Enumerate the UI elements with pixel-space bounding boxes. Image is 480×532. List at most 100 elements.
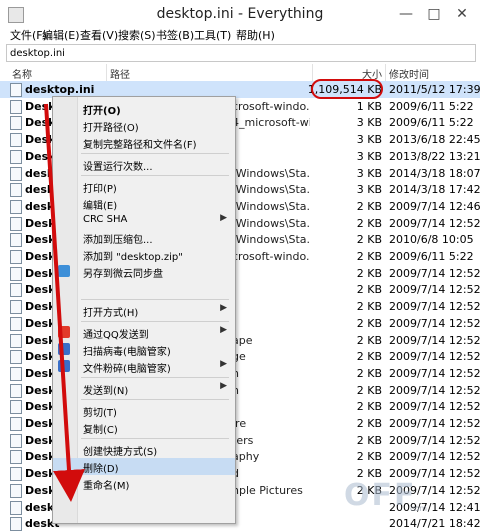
menu-item[interactable]: 查看(V) <box>80 27 118 43</box>
file-icon <box>10 116 22 131</box>
file-size: 2 KB <box>356 316 382 330</box>
context-menu-item[interactable]: 通过QQ发送到 ▶ <box>53 324 235 341</box>
context-menu-label: 剪切(T) <box>83 408 117 419</box>
file-date: 2009/7/14 12:52 <box>389 300 480 314</box>
file-date: 2009/7/14 12:52 <box>389 400 480 414</box>
file-icon <box>10 199 22 214</box>
file-path: 4_microsoft-wi... <box>232 116 310 130</box>
context-menu-label: 设置运行次数... <box>83 162 153 173</box>
file-icon <box>10 400 22 415</box>
file-size: 2 KB <box>356 383 382 397</box>
submenu-arrow-icon: ▶ <box>220 381 227 391</box>
file-path: \Windows\Sta... <box>232 183 310 197</box>
search-input[interactable] <box>7 45 473 61</box>
context-menu-item[interactable]: 打开(O) <box>53 100 235 117</box>
file-date: 2009/7/14 12:52 <box>389 350 480 364</box>
file-path: crosoft-windo... <box>232 250 310 263</box>
file-icon <box>10 216 22 231</box>
file-date: 2009/6/11 5:22 <box>389 99 474 113</box>
context-menu-item[interactable]: 文件粉碎(电脑管家) ▶ <box>53 358 235 375</box>
column-divider[interactable] <box>385 64 386 81</box>
context-menu-item[interactable]: 打印(P) <box>53 178 235 195</box>
file-path: ire <box>232 417 247 430</box>
column-path-header[interactable]: 路径 <box>110 66 130 81</box>
file-icon <box>10 233 22 248</box>
context-menu-item[interactable]: 打开方式(H) ▶ <box>53 302 235 319</box>
file-size: 2 KB <box>356 233 382 247</box>
menu-item[interactable]: 帮助(H) <box>236 27 275 43</box>
menu-item[interactable]: 工具(T) <box>194 27 231 43</box>
file-size: 2 KB <box>356 216 382 230</box>
file-icon <box>10 83 22 97</box>
file-date: 2009/7/14 12:46 <box>389 199 480 213</box>
menu-item[interactable]: 编辑(E) <box>42 27 80 43</box>
context-menu-item[interactable]: CRC SHA ▶ <box>53 212 235 229</box>
file-date: 2010/6/8 10:05 <box>389 233 474 247</box>
file-date: 2009/7/14 12:52 <box>389 333 480 347</box>
context-menu-label: 编辑(E) <box>83 201 118 212</box>
menu-item[interactable]: 书签(B) <box>156 27 194 43</box>
file-path: \Windows\Sta... <box>232 216 310 230</box>
context-menu-item[interactable]: 设置运行次数... <box>53 156 235 173</box>
submenu-arrow-icon: ▶ <box>220 325 227 335</box>
minimize-icon[interactable]: — <box>392 4 420 24</box>
context-menu-label: 打开方式(H) <box>83 308 139 319</box>
context-menu-item[interactable]: 重命名(M) <box>53 475 235 492</box>
context-menu-item[interactable]: 扫描病毒(电脑管家) <box>53 341 235 358</box>
context-menu-item[interactable]: 添加到 "desktop.zip" <box>53 246 235 263</box>
file-icon <box>10 500 22 515</box>
file-icon <box>10 467 22 482</box>
column-date-header[interactable]: 修改时间 <box>389 66 429 81</box>
column-divider[interactable] <box>312 64 313 81</box>
file-icon <box>10 183 22 198</box>
context-menu-item[interactable]: 复制(C) <box>53 419 235 436</box>
file-icon <box>10 133 22 148</box>
context-menu-label: 删除(D) <box>83 464 119 475</box>
file-size: 1 KB <box>356 99 382 113</box>
file-size: 2 KB <box>356 433 382 447</box>
file-path: \Windows\Sta... <box>232 233 310 247</box>
maximize-icon[interactable]: □ <box>420 4 448 24</box>
context-menu-label: 复制(C) <box>83 425 118 436</box>
file-size: 2 KB <box>356 250 382 263</box>
context-menu-item[interactable]: 编辑(E) <box>53 195 235 212</box>
file-date: 2009/7/14 12:52 <box>389 283 480 297</box>
file-date: 2014/3/18 17:42 <box>389 183 480 197</box>
context-menu-item[interactable]: 发送到(N) ▶ <box>53 380 235 397</box>
file-path: ge <box>232 350 246 364</box>
column-divider[interactable] <box>106 64 107 81</box>
file-size: 2 KB <box>356 350 382 364</box>
file-path: n <box>232 367 310 380</box>
watermark-text: OFF <box>344 478 417 513</box>
file-icon <box>10 417 22 431</box>
context-menu-item[interactable]: 剪切(T) <box>53 402 235 419</box>
file-date: 2009/7/14 12:52 <box>389 266 480 280</box>
file-icon <box>10 99 22 114</box>
file-size: 2 KB <box>356 333 382 347</box>
menu-separator <box>81 399 229 400</box>
context-menu: 打开(O) 打开路径(O) 复制完整路径和文件名(F) 设置运行次数... 打印(P) 编… <box>52 96 236 524</box>
file-path: nple Pictures <box>232 483 303 497</box>
context-menu-item[interactable]: 打开路径(O) <box>53 117 235 134</box>
file-icon <box>10 333 22 348</box>
context-menu-item[interactable]: 复制完整路径和文件名(F) <box>53 134 235 151</box>
file-date: 2009/7/14 12:52 <box>389 366 480 380</box>
file-date: 2014/7/21 18:42 <box>389 517 480 531</box>
file-path: ters <box>232 433 254 447</box>
file-date: 2014/3/18 18:07 <box>389 166 480 180</box>
close-icon[interactable]: ✕ <box>448 4 476 24</box>
column-name-header[interactable]: 名称 <box>12 66 32 81</box>
context-menu-item[interactable]: 另存到微云同步盘 <box>53 263 235 280</box>
menu-item[interactable]: 搜索(S) <box>118 27 156 43</box>
file-name: desktop.ini <box>25 83 95 96</box>
context-menu-item[interactable]: 删除(D) <box>53 458 235 475</box>
file-path: \Windows\Sta... <box>232 166 310 180</box>
context-menu-item[interactable]: 创建快捷方式(S) <box>53 441 235 458</box>
context-menu-item[interactable]: 添加到压缩包... <box>53 229 235 246</box>
file-size: 3 KB <box>356 133 382 147</box>
file-size: 3 KB <box>356 166 382 180</box>
search-box[interactable] <box>6 44 476 62</box>
file-date: 2009/7/14 12:52 <box>389 383 480 397</box>
submenu-arrow-icon: ▶ <box>220 213 227 223</box>
context-menu-label: 添加到 "desktop.zip" <box>83 252 183 263</box>
